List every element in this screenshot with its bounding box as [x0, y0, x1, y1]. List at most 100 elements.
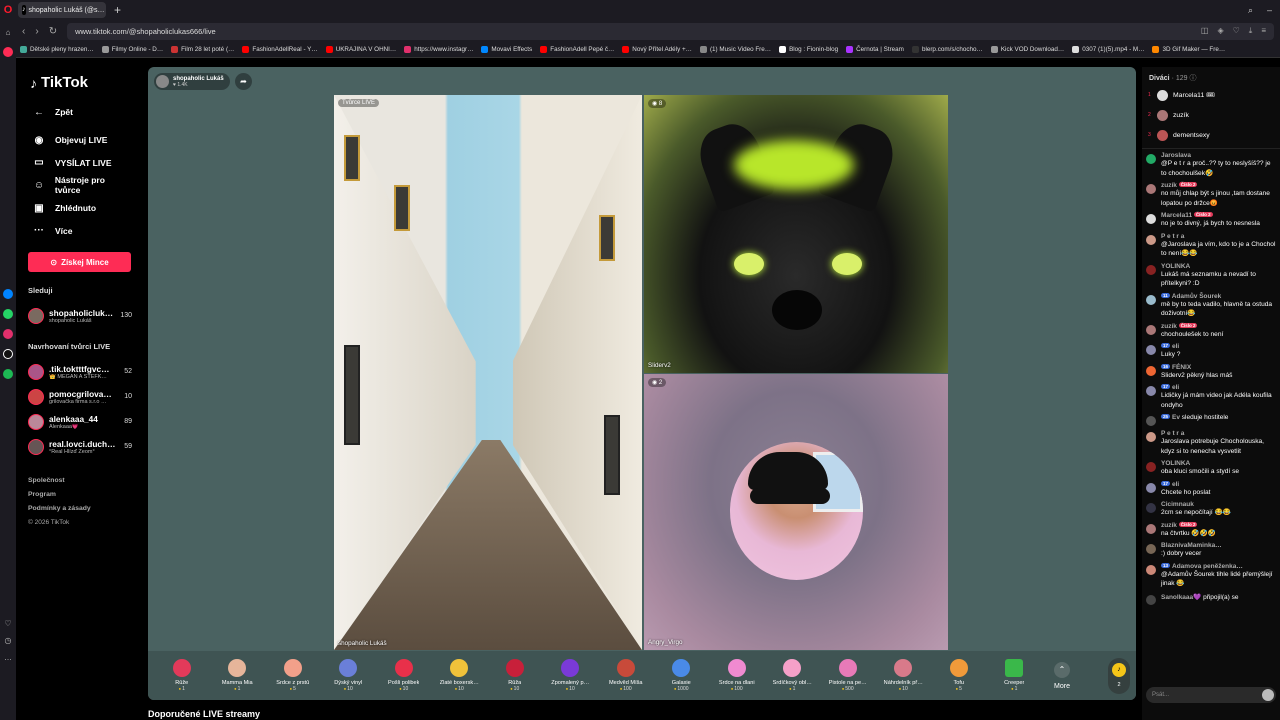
coin-balance[interactable]: ♪ 2: [1108, 657, 1130, 694]
top-viewer[interactable]: 2 zuzík: [1142, 105, 1280, 125]
forward-arrow-icon[interactable]: ›: [35, 26, 38, 37]
browser-tab[interactable]: ♪ shopaholic Lukáš (@s… ×: [18, 2, 106, 18]
bookmark-item[interactable]: FashionAdellReal - Y…: [242, 46, 318, 53]
gift-item[interactable]: Srdce z prstů5: [265, 659, 321, 692]
bookmark-item[interactable]: Černota | Stream: [846, 46, 904, 53]
video-pane-guest-2[interactable]: ◉ 2 Angry_Virgo: [644, 374, 948, 650]
chat-message[interactable]: P e t r a @Jaroslava ja vím, kdo to je a …: [1146, 233, 1277, 259]
host-pill[interactable]: shopaholic Lukáš ♥ 1.4K: [154, 73, 230, 90]
video-pane-guest-1[interactable]: ◉ 8 Sliderv2: [644, 95, 948, 373]
chat-message[interactable]: YOLINKA oba kluci smočili a stydí se: [1146, 460, 1277, 477]
back-button[interactable]: ← Zpět: [32, 101, 132, 124]
bookmark-item[interactable]: UKRAJINA V OHNI…: [325, 46, 396, 53]
gift-item[interactable]: Mamma Mia1: [210, 659, 266, 692]
instagram-icon[interactable]: [3, 329, 13, 339]
nav-go-live[interactable]: ▭ VYSÍLAT LIVE: [32, 151, 132, 174]
gift-item[interactable]: Růža10: [487, 659, 543, 692]
suggested-account[interactable]: real.lovci.duch… °Real Hlízď Zeom° 59: [28, 434, 132, 459]
chat-message[interactable]: Sanolkaaa💜 připojil(a) se: [1146, 593, 1277, 605]
nav-watched[interactable]: ▣ Zhlédnuto: [32, 197, 132, 220]
chat-message[interactable]: 16 FÉNIX Sliderv2 pěkný hlas máš: [1146, 363, 1277, 381]
clock-icon[interactable]: ◷: [5, 636, 12, 645]
more-gifts-button[interactable]: ⌃ More: [1042, 661, 1082, 690]
sidebar-app-icon[interactable]: [3, 47, 13, 57]
following-account[interactable]: shopaholicluk… shopaholic Lukáš 130: [28, 303, 132, 328]
back-arrow-icon[interactable]: ‹: [22, 26, 25, 37]
nav-more[interactable]: ··· Více: [32, 219, 132, 242]
bookmark-item[interactable]: 0307 (1)(5).mp4 - M…: [1072, 46, 1144, 53]
bookmark-item[interactable]: blerp.com/s/chocho…: [911, 46, 983, 53]
gift-item[interactable]: Pistole na pe…500: [820, 659, 876, 692]
bookmark-item[interactable]: (1) Music Video Fre…: [699, 46, 771, 53]
get-coins-button[interactable]: ⊙ Získej Mince: [28, 252, 131, 273]
gift-item[interactable]: Medvěd Míša100: [598, 659, 654, 692]
chat-message[interactable]: Jaroslava @P e t r a proč..?? ty to nesly…: [1146, 152, 1277, 178]
tiktok-logo[interactable]: ♪ TikTok: [30, 74, 132, 91]
footer-link-company[interactable]: Společnost: [28, 477, 132, 491]
bookmark-item[interactable]: Movavi Effects: [481, 46, 532, 53]
chat-message[interactable]: zuzík Číslo 2 na čtvrtku 🤣🤣🤣: [1146, 521, 1277, 539]
chat-message[interactable]: 17 eli Chcete ho poslat: [1146, 480, 1277, 498]
video-pane-host[interactable]: Tvůrce LIVE shopaholic Lukáš: [334, 95, 642, 650]
footer-link-program[interactable]: Program: [28, 491, 132, 505]
more-icon[interactable]: …: [4, 653, 12, 662]
whatsapp-icon[interactable]: [3, 309, 13, 319]
bookmark-item[interactable]: Filmy Online - D…: [101, 46, 163, 53]
gift-item[interactable]: Zpomalený p…10: [543, 659, 599, 692]
top-viewer[interactable]: 3 dementsexy: [1142, 125, 1280, 145]
chat-input[interactable]: Psát...: [1146, 687, 1276, 703]
bookmark-item[interactable]: FashionAdell Pepé č…: [540, 46, 614, 53]
nav-creator-tools[interactable]: ☺ Nástroje pro tvůrce: [32, 174, 132, 197]
suggested-account[interactable]: pomocgrilova… grilovačka firma s.r.o … 1…: [28, 384, 132, 409]
emoji-icon[interactable]: [1262, 689, 1274, 701]
search-icon[interactable]: ⌕: [1248, 5, 1253, 16]
suggested-account[interactable]: alenkaaa_44 Alenkaaa💗 89: [28, 409, 132, 434]
chat-message[interactable]: 13 Adamova peněženka… @Adamův Šourek tihle…: [1146, 562, 1277, 589]
camera-icon[interactable]: ◫: [1201, 26, 1209, 36]
gift-item[interactable]: Tofu5: [931, 659, 987, 692]
chat-message[interactable]: Marcela11 Číslo 2 no je to divný, já bych…: [1146, 212, 1277, 229]
chat-message[interactable]: 17 eli Luky ?: [1146, 343, 1277, 360]
minimize-icon[interactable]: –: [1267, 5, 1272, 16]
gift-item[interactable]: Dýský vinyl10: [321, 659, 377, 692]
chat-message[interactable]: zuzík Číslo 2 chochoulešek to není: [1146, 322, 1277, 340]
messenger-icon[interactable]: [3, 289, 13, 299]
heart-icon[interactable]: ♡: [4, 619, 11, 628]
chat-message[interactable]: P e t r a Jaroslava potrebuje Chocholousk…: [1146, 430, 1277, 456]
chat-message[interactable]: zuzík Číslo 2 no můj chlap být s jinou ,t…: [1146, 182, 1277, 208]
gift-item[interactable]: Zlaté boxersk…10: [432, 659, 488, 692]
gift-item[interactable]: Srdce na dlani100: [709, 659, 765, 692]
menu-icon[interactable]: ≡: [1261, 26, 1266, 36]
chat-message[interactable]: 25 Ev sleduje hostitele: [1146, 414, 1277, 426]
bookmark-item[interactable]: Nový Přítel Adély +…: [622, 46, 692, 53]
bookmark-item[interactable]: Film 28 let poté (…: [171, 46, 234, 53]
chat-message[interactable]: Cicimnauk 2cm se nepočítají 😂😂: [1146, 501, 1277, 518]
bookmark-item[interactable]: 3D Gif Maker — Fre…: [1152, 46, 1225, 53]
spotify-icon[interactable]: [3, 369, 13, 379]
new-tab-button[interactable]: +: [114, 3, 121, 17]
gift-item[interactable]: Galaxie1000: [654, 659, 710, 692]
bookmark-item[interactable]: https://www.instagr…: [404, 46, 473, 53]
gift-item[interactable]: Náhrdelník př…10: [876, 659, 932, 692]
gift-item[interactable]: Creeper1: [987, 659, 1043, 692]
home-icon[interactable]: ⌂: [6, 28, 11, 37]
chat-message[interactable]: BlaznivaMaminka…:) dobry vecer: [1146, 542, 1277, 559]
chat-message[interactable]: 17 eli Lidičky já mám video jak Adéla kouf…: [1146, 384, 1277, 410]
url-field[interactable]: www.tiktok.com/@shopaholiclukas666/live …: [67, 22, 1274, 40]
download-icon[interactable]: ⤓: [1249, 26, 1253, 36]
opera-logo-icon[interactable]: O: [0, 0, 16, 20]
footer-link-terms[interactable]: Podmínky a zásady: [28, 505, 132, 519]
top-viewer[interactable]: 1 Marcela11 🎟: [1142, 85, 1280, 105]
bookmark-item[interactable]: Kick VOD Download…: [990, 46, 1064, 53]
shield-icon[interactable]: ◈: [1217, 26, 1223, 36]
chat-message[interactable]: YOLINKA Lukáš má seznamku a nevadí to pří…: [1146, 263, 1277, 289]
reload-icon[interactable]: ↻: [49, 26, 57, 37]
bookmark-icon[interactable]: ♡: [1233, 26, 1240, 36]
gift-item[interactable]: Srdíčkový obl…1: [765, 659, 821, 692]
bookmark-item[interactable]: Blog : Fionin-blog: [779, 46, 838, 53]
suggested-account[interactable]: .tik.toktttfgvc… 👑 MEGAN A ŠTEFK… 52: [28, 359, 132, 384]
tiktok-sidebar-icon[interactable]: [3, 349, 13, 359]
gift-item[interactable]: Růže1: [154, 659, 210, 692]
share-icon[interactable]: ➦: [235, 73, 252, 90]
bookmark-item[interactable]: Dětské pleny hrazen…: [20, 46, 94, 53]
